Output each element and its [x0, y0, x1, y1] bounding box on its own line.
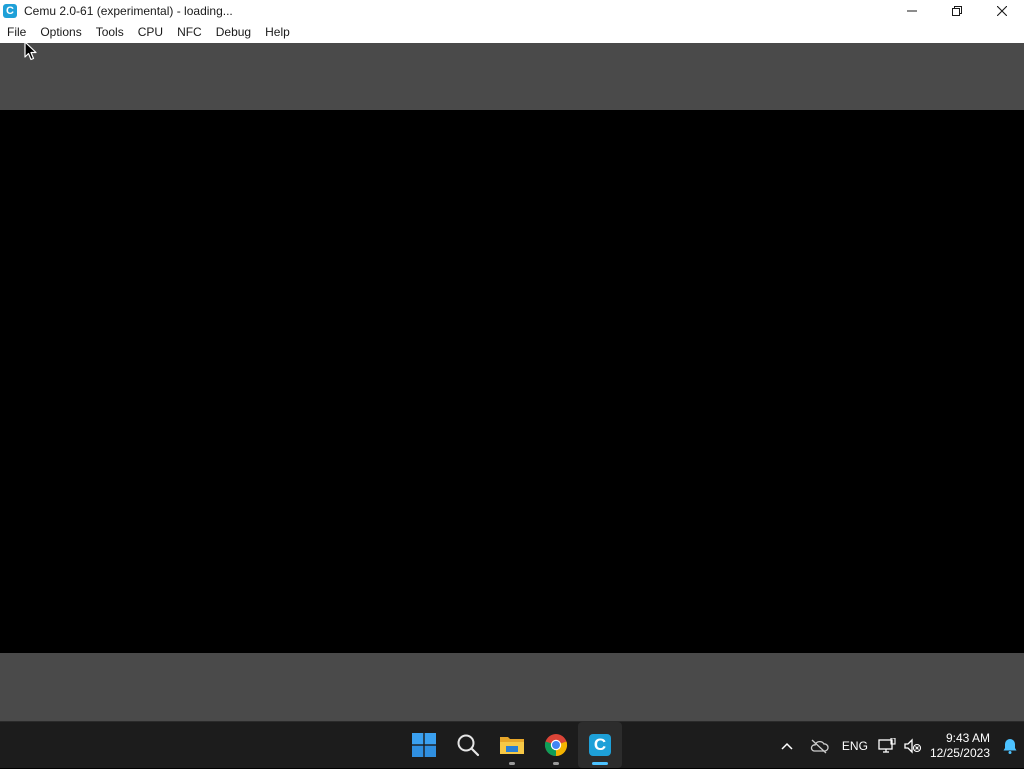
cemu-app-icon[interactable]: C	[3, 4, 17, 18]
notifications-button[interactable]	[996, 726, 1024, 766]
menu-tools[interactable]: Tools	[89, 22, 131, 43]
minimize-button[interactable]	[889, 0, 934, 22]
taskbar-apps: C	[402, 722, 622, 769]
running-indicator	[509, 762, 515, 765]
system-tray: ENG 9:43 AM 12/25/2023	[772, 722, 1024, 769]
active-indicator	[592, 762, 608, 765]
game-render-area[interactable]	[0, 110, 1024, 653]
search-button[interactable]	[446, 722, 490, 768]
clock-date: 12/25/2023	[929, 745, 990, 760]
restore-icon	[951, 6, 962, 16]
volume-muted-icon	[904, 737, 921, 754]
notification-bell-icon	[1003, 738, 1017, 754]
chrome-icon	[544, 734, 568, 757]
restore-button[interactable]	[934, 0, 979, 22]
clock[interactable]: 9:43 AM 12/25/2023	[930, 731, 990, 761]
cemu-taskbar-button[interactable]: C	[578, 722, 622, 768]
taskbar: C ENG 9:43 AM 12/25/2023	[0, 721, 1024, 768]
title-bar[interactable]: C Cemu 2.0-61 (experimental) - loading..…	[0, 0, 1024, 22]
letterbox-bottom	[0, 653, 1024, 721]
mouse-cursor-icon	[24, 41, 37, 61]
menu-cpu[interactable]: CPU	[131, 22, 170, 43]
menu-bar: File Options Tools CPU NFC Debug Help	[0, 22, 1024, 43]
menu-file[interactable]: File	[0, 22, 33, 43]
chevron-up-icon	[781, 742, 793, 750]
onedrive-offline-icon	[810, 739, 829, 753]
network-button[interactable]	[874, 726, 900, 766]
network-icon	[878, 737, 896, 753]
letterbox-top	[0, 43, 1024, 110]
language-indicator[interactable]: ENG	[836, 726, 874, 766]
search-icon	[457, 734, 480, 757]
clock-time: 9:43 AM	[945, 730, 990, 745]
menu-options[interactable]: Options	[33, 22, 88, 43]
minimize-icon	[906, 10, 917, 12]
menu-debug[interactable]: Debug	[209, 22, 258, 43]
show-hidden-icons-button[interactable]	[772, 726, 802, 766]
close-button[interactable]	[979, 0, 1024, 22]
window-title: Cemu 2.0-61 (experimental) - loading...	[24, 4, 233, 18]
running-indicator	[553, 762, 559, 765]
menu-nfc[interactable]: NFC	[170, 22, 209, 43]
window-controls	[889, 0, 1024, 22]
menu-help[interactable]: Help	[258, 22, 297, 43]
start-button[interactable]	[402, 722, 446, 768]
file-explorer-button[interactable]	[490, 722, 534, 768]
file-explorer-icon	[500, 737, 524, 754]
cemu-icon: C	[589, 734, 611, 756]
onedrive-button[interactable]	[802, 726, 836, 766]
chrome-button[interactable]	[534, 722, 578, 768]
close-icon	[996, 6, 1007, 16]
volume-button[interactable]	[900, 726, 926, 766]
windows-start-icon	[412, 733, 436, 757]
